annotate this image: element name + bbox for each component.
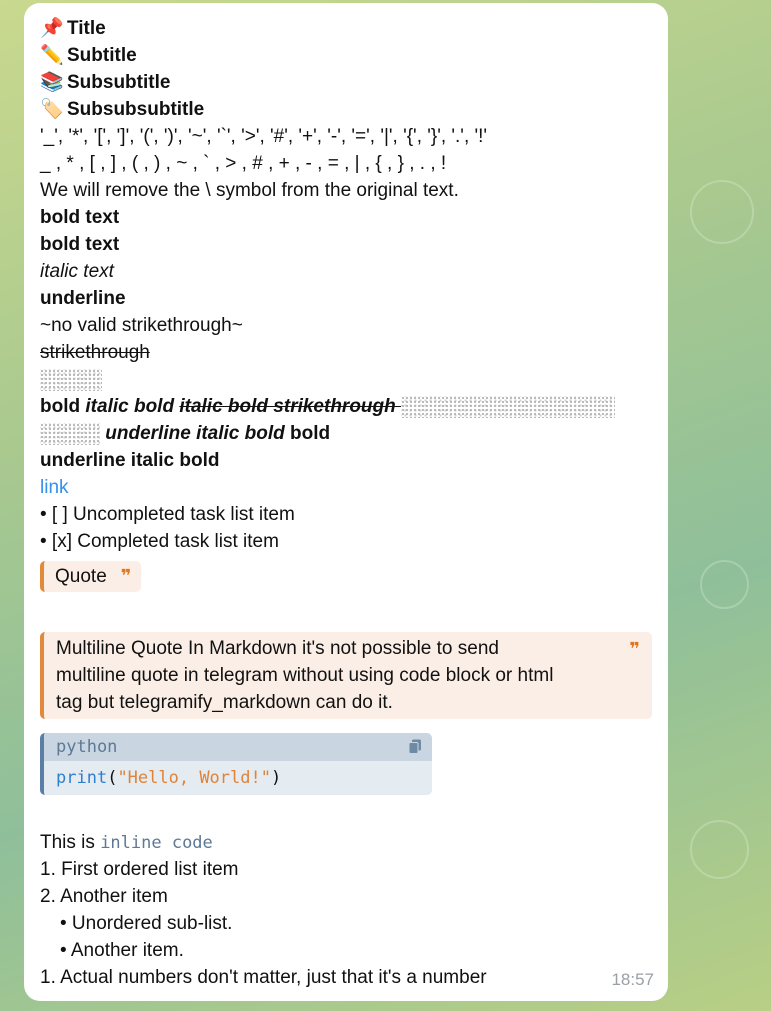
inline-code-line: This is inline code	[40, 832, 213, 853]
ordered-item-2: 2. Another item	[40, 886, 168, 907]
message-time: 18:57	[611, 970, 654, 989]
inline-code[interactable]: inline code	[100, 833, 213, 853]
mixed-format-line-2: underline italic bold bold	[40, 420, 652, 447]
spoiler-line	[40, 366, 652, 393]
multiline-quote-block: Multiline Quote In Markdown it's not pos…	[40, 632, 652, 719]
quote-block: Quote ❞	[40, 561, 142, 592]
spoiler[interactable]	[40, 368, 102, 391]
code-language-label: python	[56, 737, 118, 757]
underline-text: underline	[40, 288, 126, 309]
remove-note: We will remove the \ symbol from the ori…	[40, 180, 459, 201]
pencil-icon: ✏️	[40, 45, 64, 66]
wallpaper-doodle	[690, 180, 754, 244]
quote-line: tag but telegramify_markdown can do it.	[56, 692, 393, 713]
sub-list-item-1: • Unordered sub-list.	[60, 913, 233, 934]
books-icon: 📚	[40, 72, 64, 93]
pushpin-icon: 📌	[40, 18, 64, 39]
mixed-format-line: bold italic bold italic bold strikethrou…	[40, 393, 652, 420]
code-block: python print("Hello, World!")	[40, 733, 432, 795]
heading-subsubtitle: 📚 Subsubtitle	[40, 69, 652, 96]
ordered-item-3: 1. Actual numbers don't matter, just tha…	[40, 967, 487, 988]
code-content[interactable]: print("Hello, World!")	[44, 761, 432, 795]
task-item-uncompleted: • [ ] Uncompleted task list item	[40, 504, 295, 525]
ordered-item-1: 1. First ordered list item	[40, 859, 239, 880]
quote-mark-icon: ❞	[120, 566, 132, 586]
wallpaper-doodle	[690, 820, 749, 879]
quote-line: Multiline Quote In Markdown it's not pos…	[56, 638, 499, 659]
task-item-completed: • [x] Completed task list item	[40, 531, 279, 552]
plain-chars-line: _ , * , [ , ] , ( , ) , ~ , ` , > , # , …	[40, 153, 447, 174]
strike-text: strikethrough	[40, 342, 150, 363]
underline-italic-bold-text: underline italic bold	[40, 450, 220, 471]
quote-mark-icon: ❞	[629, 639, 640, 659]
bold-text-1: bold text	[40, 207, 120, 228]
wallpaper-doodle	[700, 560, 749, 609]
quote-line: multiline quote in telegram without usin…	[56, 665, 554, 686]
message-link[interactable]: link	[40, 474, 652, 501]
no-strike-text: ~no valid strikethrough~	[40, 315, 243, 336]
spoiler[interactable]	[40, 422, 100, 445]
heading-subtitle: ✏️ Subtitle	[40, 42, 652, 69]
tag-icon: 🏷️	[40, 99, 64, 120]
escaped-chars-line: '_', '*', '[', ']', '(', ')', '~', '`', …	[40, 126, 488, 147]
message-bubble: 📌 Title ✏️ Subtitle 📚 Subsubtitle 🏷️ Subsubs…	[24, 3, 668, 1001]
heading-subsubsubtitle: 🏷️ Subsubsubtitle	[40, 96, 652, 123]
code-block-header: python	[44, 733, 432, 761]
spoiler[interactable]	[401, 395, 616, 418]
heading-title: 📌 Title	[40, 15, 652, 42]
italic-text: italic text	[40, 261, 114, 282]
sub-list-item-2: • Another item.	[60, 940, 184, 961]
bold-text-2: bold text	[40, 234, 120, 255]
copy-icon[interactable]	[408, 739, 422, 755]
